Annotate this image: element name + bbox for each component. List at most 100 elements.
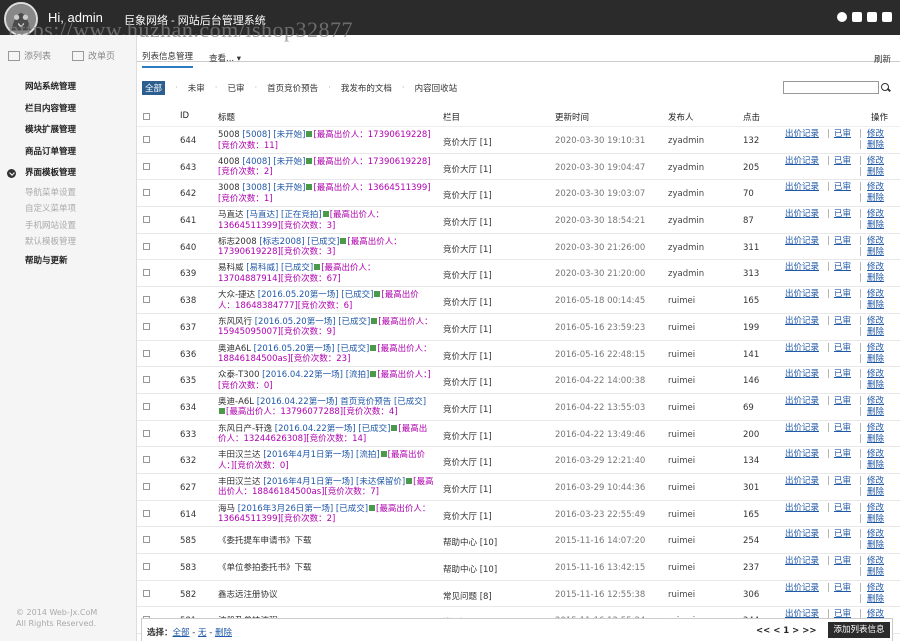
approved-link[interactable]: 已审 [834, 423, 851, 434]
refresh-link[interactable]: 刷新 [874, 53, 891, 65]
delete-link[interactable]: 删除 [867, 407, 884, 418]
row-checkbox[interactable] [143, 136, 150, 143]
approved-link[interactable]: 已审 [834, 583, 851, 594]
edit-link[interactable]: 修改 [867, 182, 884, 193]
approved-link[interactable]: 已审 [834, 129, 851, 140]
select-all-link[interactable]: 全部 [173, 628, 190, 638]
add-list-info-button[interactable]: 添加列表信息 [828, 622, 890, 638]
approved-link[interactable]: 已审 [834, 369, 851, 380]
delete-link[interactable]: 删除 [867, 514, 884, 525]
row-checkbox[interactable] [143, 456, 150, 464]
menu-system[interactable]: 网站系统管理 [0, 77, 137, 99]
delete-link[interactable]: 删除 [867, 380, 884, 391]
row-title[interactable]: 马直达 [马直达] [正在竞拍] [最高出价人：13664511399][竞价次数… [218, 210, 434, 231]
row-title[interactable]: 鑫志远注册协议 [218, 590, 434, 601]
row-checkbox[interactable] [143, 322, 150, 330]
add-list-button[interactable]: 添列表 [8, 49, 51, 62]
bid-record-link[interactable]: 出价记录 [785, 343, 819, 354]
approved-link[interactable]: 已审 [834, 503, 851, 514]
tab-list-manage[interactable]: 列表信息管理 [142, 50, 194, 68]
edit-link[interactable]: 修改 [867, 503, 884, 514]
edit-link[interactable]: 修改 [867, 556, 884, 567]
row-checkbox[interactable] [143, 563, 150, 570]
approved-link[interactable]: 已审 [834, 209, 851, 220]
delete-link[interactable]: 删除 [867, 167, 884, 178]
row-checkbox[interactable] [143, 376, 150, 384]
bid-record-link[interactable]: 出价记录 [785, 316, 819, 327]
row-checkbox[interactable] [143, 216, 150, 224]
pager[interactable]: << < 1 > >> [756, 626, 816, 636]
approved-link[interactable]: 已审 [834, 396, 851, 407]
bid-record-link[interactable]: 出价记录 [785, 236, 819, 247]
row-checkbox[interactable] [143, 402, 150, 410]
row-checkbox[interactable] [143, 162, 150, 170]
submenu-nav[interactable]: 导航菜单设置 [0, 185, 137, 202]
bid-record-link[interactable]: 出价记录 [785, 289, 819, 300]
row-title[interactable]: 易科威 [易科威] [已成交] [最高出价人：13704887914][竞价次数：… [218, 263, 434, 284]
approved-link[interactable]: 已审 [834, 262, 851, 273]
edit-single-button[interactable]: 改单页 [72, 49, 115, 62]
filter-recycle[interactable]: 内容回收站 [415, 82, 458, 94]
row-title[interactable]: 4008 [4008] [未开始] [最高出价人：17390619228][竞价次… [218, 157, 434, 178]
row-title[interactable]: 《单位参拍委托书》下载 [218, 563, 434, 574]
approved-link[interactable]: 已审 [834, 449, 851, 460]
approved-link[interactable]: 已审 [834, 156, 851, 167]
menu-content[interactable]: 栏目内容管理 [0, 99, 137, 121]
edit-link[interactable]: 修改 [867, 236, 884, 247]
row-title[interactable]: 丰田汉兰达 [2016年4月1日第一场] [未达保留价] [最高出价人：18846… [218, 477, 434, 498]
search-input[interactable] [783, 81, 879, 94]
edit-link[interactable]: 修改 [867, 209, 884, 220]
bid-record-link[interactable]: 出价记录 [785, 529, 819, 540]
approved-link[interactable]: 已审 [834, 343, 851, 354]
submenu-default-template[interactable]: 默认模板管理 [0, 234, 137, 251]
filter-my-docs[interactable]: 我发布的文档 [341, 82, 392, 94]
bid-record-link[interactable]: 出价记录 [785, 583, 819, 594]
delete-link[interactable]: 删除 [867, 300, 884, 311]
bid-record-link[interactable]: 出价记录 [785, 449, 819, 460]
filter-unreviewed[interactable]: 未审 [188, 82, 205, 94]
delete-link[interactable]: 删除 [867, 487, 884, 498]
bid-record-link[interactable]: 出价记录 [785, 156, 819, 167]
row-checkbox[interactable] [143, 242, 150, 250]
row-checkbox[interactable] [143, 189, 150, 197]
submenu-custom[interactable]: 自定义菜单项 [0, 201, 137, 218]
edit-link[interactable]: 修改 [867, 316, 884, 327]
edit-link[interactable]: 修改 [867, 476, 884, 487]
edit-link[interactable]: 修改 [867, 583, 884, 594]
delete-selected-link[interactable]: 删除 [215, 628, 232, 638]
row-checkbox[interactable] [143, 269, 150, 277]
bid-record-link[interactable]: 出价记录 [785, 423, 819, 434]
select-all-checkbox[interactable] [143, 113, 150, 120]
filter-bid-preview[interactable]: 首页竞价预告 [267, 82, 318, 94]
window-icon[interactable] [852, 12, 862, 22]
bid-record-link[interactable]: 出价记录 [785, 556, 819, 567]
bid-record-link[interactable]: 出价记录 [785, 369, 819, 380]
delete-link[interactable]: 删除 [867, 434, 884, 445]
row-title[interactable]: 《委托提车申请书》下载 [218, 536, 434, 547]
approved-link[interactable]: 已审 [834, 289, 851, 300]
edit-link[interactable]: 修改 [867, 156, 884, 167]
menu-help[interactable]: 帮助与更新 [0, 251, 137, 273]
edit-link[interactable]: 修改 [867, 129, 884, 140]
bid-record-link[interactable]: 出价记录 [785, 396, 819, 407]
row-checkbox[interactable] [143, 482, 150, 490]
delete-link[interactable]: 删除 [867, 354, 884, 365]
bid-record-link[interactable]: 出价记录 [785, 476, 819, 487]
delete-link[interactable]: 删除 [867, 273, 884, 284]
select-none-link[interactable]: 无 [198, 628, 207, 638]
row-title[interactable]: 东风风行 [2016.05.20第一场] [已成交] [最高出价人：1594509… [218, 317, 434, 338]
tab-view[interactable]: 查看... ▾ [209, 52, 241, 64]
bid-record-link[interactable]: 出价记录 [785, 262, 819, 273]
row-title[interactable]: 大众-捷达 [2016.05.20第一场] [已成交] [最高出价人：186483… [218, 290, 434, 311]
row-title[interactable]: 5008 [5008] [未开始] [最高出价人：17390619228][竞价次… [218, 130, 434, 151]
edit-link[interactable]: 修改 [867, 343, 884, 354]
approved-link[interactable]: 已审 [834, 556, 851, 567]
row-checkbox[interactable] [143, 536, 150, 544]
row-checkbox[interactable] [143, 296, 150, 304]
edit-link[interactable]: 修改 [867, 423, 884, 434]
grid-icon[interactable] [867, 12, 877, 22]
row-title[interactable]: 东风日产-轩逸 [2016.04.22第一场] [已成交] [最高出价人：1324… [218, 424, 434, 445]
row-title[interactable]: 众泰-T300 [2016.04.22第一场] [流拍] [最高出价人：][竞价次… [218, 370, 434, 391]
delete-link[interactable]: 删除 [867, 567, 884, 578]
row-title[interactable]: 3008 [3008] [未开始] [最高出价人：13664511399][竞价次… [218, 183, 434, 204]
